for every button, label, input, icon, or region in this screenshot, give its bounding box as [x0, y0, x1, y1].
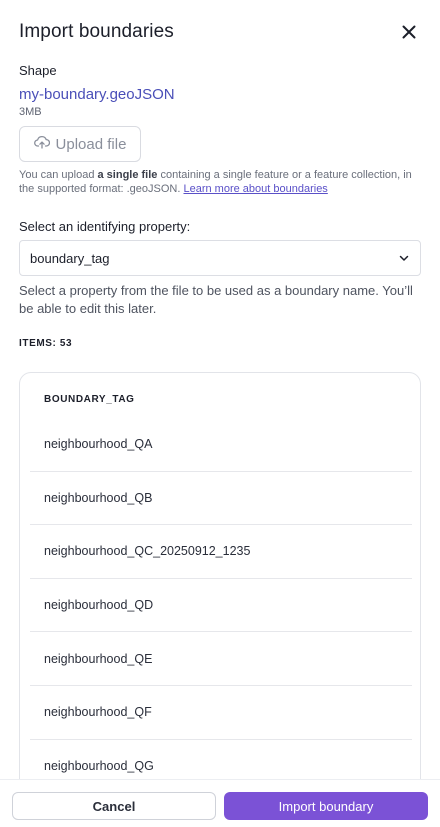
- chevron-down-icon: [398, 252, 410, 264]
- identifying-property-label: Select an identifying property:: [19, 219, 191, 234]
- items-count: ITEMS: 53: [19, 338, 73, 349]
- list-item: neighbourhood_QE: [30, 632, 412, 686]
- list-item: neighbourhood_QB: [30, 472, 412, 526]
- selected-property: boundary_tag: [30, 250, 110, 266]
- cancel-button[interactable]: Cancel: [12, 792, 216, 820]
- identifying-property-select[interactable]: boundary_tag: [19, 240, 421, 276]
- list-item: neighbourhood_QD: [30, 579, 412, 633]
- upload-file-button[interactable]: Upload file: [19, 126, 141, 162]
- dialog-footer: Cancel Import boundary: [0, 779, 440, 827]
- list-item: neighbourhood_QA: [30, 418, 412, 472]
- dialog-header: Import boundaries: [19, 20, 421, 46]
- uploaded-file-name[interactable]: my-boundary.geoJSON: [19, 86, 175, 103]
- boundary-list[interactable]: BOUNDARY_TAG neighbourhood_QA neighbourh…: [19, 372, 421, 792]
- import-boundary-button[interactable]: Import boundary: [224, 792, 428, 820]
- upload-help-text: You can upload a single file containing …: [19, 168, 421, 196]
- help-bold: a single file: [97, 169, 158, 181]
- cloud-upload-icon: [33, 135, 50, 153]
- column-header: BOUNDARY_TAG: [44, 394, 135, 405]
- property-help-text: Select a property from the file to be us…: [19, 283, 413, 316]
- close-icon[interactable]: [400, 23, 418, 41]
- upload-file-label: Upload file: [55, 135, 127, 153]
- shape-label: Shape: [19, 63, 57, 78]
- list-rows: neighbourhood_QA neighbourhood_QB neighb…: [30, 418, 412, 791]
- dialog-title: Import boundaries: [19, 21, 174, 42]
- list-item: neighbourhood_QC_20250912_1235: [30, 525, 412, 579]
- learn-more-link[interactable]: Learn more about boundaries: [183, 183, 327, 195]
- help-prefix: You can upload: [19, 169, 98, 181]
- file-size: 3MB: [19, 106, 42, 118]
- import-boundaries-dialog: Import boundaries Shape my-boundary.geoJ…: [0, 0, 440, 827]
- list-item: neighbourhood_QF: [30, 686, 412, 740]
